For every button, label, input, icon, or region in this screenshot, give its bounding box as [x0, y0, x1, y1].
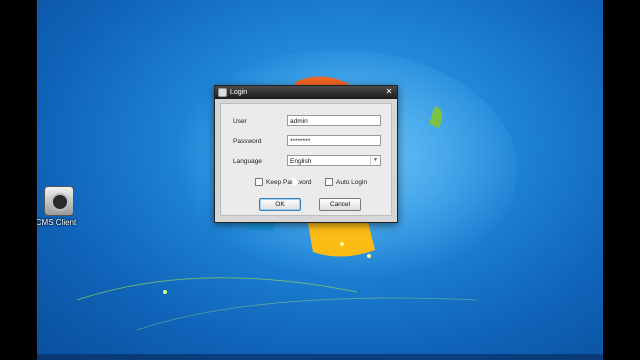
cms-app-icon: [44, 186, 74, 216]
auto-login-box: [325, 178, 333, 186]
app-icon: [218, 88, 227, 97]
password-input[interactable]: ********: [287, 135, 381, 146]
language-select[interactable]: English ▼: [287, 155, 381, 166]
chevron-down-icon: ▼: [370, 156, 380, 165]
language-value: English: [290, 158, 312, 165]
dialog-title: Login: [230, 89, 248, 96]
ok-button[interactable]: OK: [259, 198, 301, 211]
language-label: Language: [233, 158, 262, 165]
dialog-titlebar[interactable]: Login ✕: [215, 86, 397, 99]
user-label: User: [233, 118, 247, 125]
keep-password-box: [255, 178, 263, 186]
auto-login-label: Auto Login: [336, 178, 368, 186]
desktop-shortcut[interactable]: CMS Client: [37, 186, 77, 227]
desktop-shortcut-label: CMS Client: [37, 218, 77, 227]
close-icon[interactable]: ✕: [384, 87, 394, 97]
password-label: Password: [233, 138, 262, 145]
user-input[interactable]: admin: [287, 115, 381, 126]
left-letterbox: [0, 0, 37, 360]
keep-password-checkbox[interactable]: Keep Password: [255, 178, 312, 186]
cancel-button[interactable]: Cancel: [319, 198, 361, 211]
right-letterbox: [603, 0, 640, 360]
taskbar: [37, 354, 603, 360]
login-dialog: Login ✕ User admin Password ******** Lan…: [214, 85, 398, 223]
dialog-body: User admin Password ******** Language En…: [220, 103, 392, 216]
auto-login-checkbox[interactable]: Auto Login: [325, 178, 367, 186]
